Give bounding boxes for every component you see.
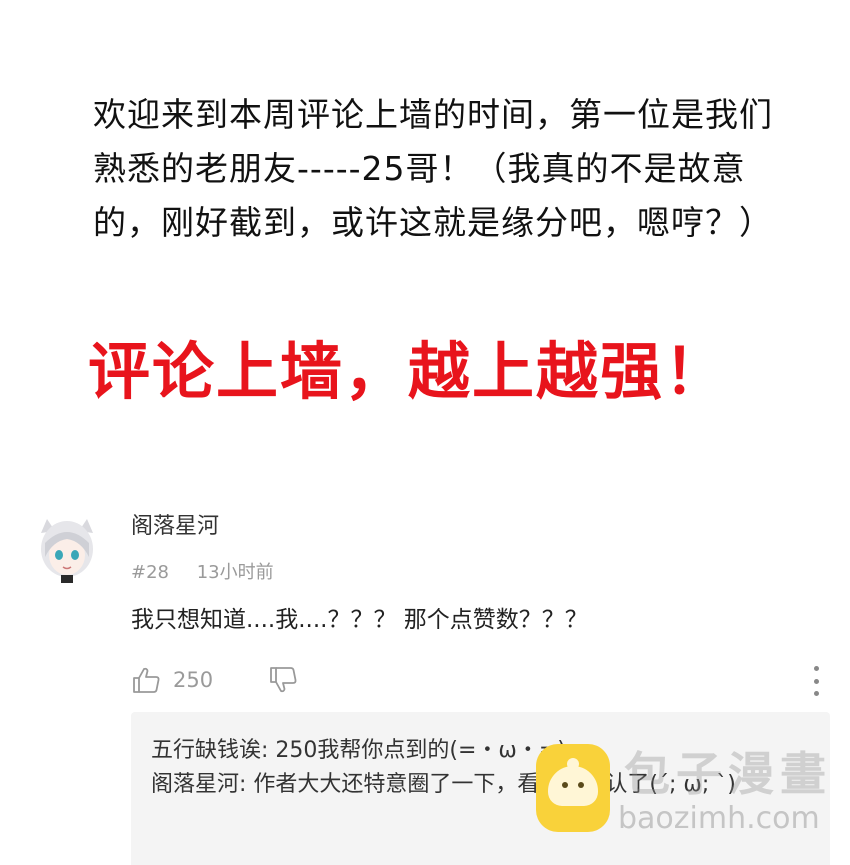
dislike-button[interactable] [268,665,298,695]
thumbs-down-icon [270,667,297,693]
anime-avatar-icon [41,519,93,583]
reply-item[interactable]: 阁落星河: 作者大大还特意圈了一下，看来是承认了(´; ω; `) [151,768,810,802]
reply-item[interactable]: 五行缺钱诶: 250我帮你点到的(=・ω・=) [151,734,810,768]
comment-floor-number: #28 [131,562,169,583]
comment-actions: 250 [131,662,298,698]
comment-body: 我只想知道....我....？？？ 那个点赞数？？？ [131,607,588,633]
more-dot [813,691,819,696]
comment-username[interactable]: 阁落星河 [131,512,219,542]
more-vertical-icon[interactable] [806,666,826,696]
intro-text: 欢迎来到本周评论上墙的时间，第一位是我们熟悉的老朋友-----25哥！（我真的不… [93,95,773,242]
thumbs-up-icon [133,667,160,693]
like-button[interactable]: 250 [131,665,213,695]
slogan-headline: 评论上墙，越上越强！ [88,335,729,408]
comment-meta: #28 13小时前 [131,560,274,586]
avatar[interactable] [33,513,101,585]
like-count: 250 [173,668,214,692]
comment-timestamp: 13小时前 [196,562,274,583]
more-dot [813,666,819,671]
more-dot [813,678,819,684]
reply-list: 五行缺钱诶: 250我帮你点到的(=・ω・=) 阁落星河: 作者大大还特意圈了一… [131,712,830,865]
